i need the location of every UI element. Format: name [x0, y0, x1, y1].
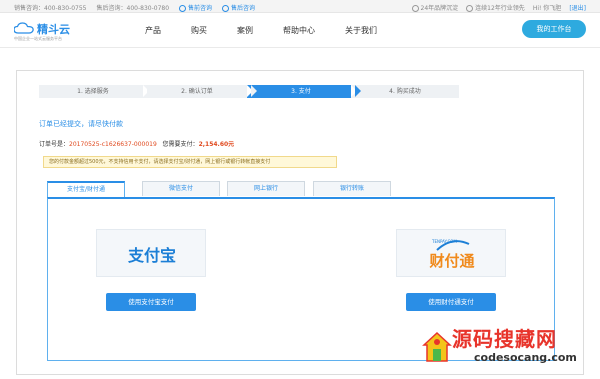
order-summary: 订单号是：20170525-c1626637-000019 您需要支付：2,15…	[39, 139, 234, 148]
tenpay-pay-button[interactable]: 使用财付通支付	[406, 293, 496, 311]
order-submitted-message: 订单已经提交，请尽快付款	[39, 120, 123, 128]
watermark-url: codesocang.com	[474, 351, 577, 364]
nav-help[interactable]: 帮助中心	[283, 25, 315, 36]
nav-about[interactable]: 关于我们	[345, 25, 377, 36]
nav-buy[interactable]: 购买	[191, 25, 207, 36]
step-payment: 3. 支付	[247, 85, 361, 98]
alipay-card[interactable]: 支付宝	[96, 229, 206, 277]
site-watermark: 源码搜藏网 codesocang.com	[422, 323, 592, 373]
step-confirm-order: 2. 确认订单	[143, 85, 257, 98]
amount-due: 2,154.60元	[198, 141, 235, 148]
amount-label: 您需要支付：	[162, 141, 199, 148]
step-arrow	[355, 85, 361, 97]
alipay-pay-button[interactable]: 使用支付宝支付	[106, 293, 196, 311]
workspace-button[interactable]: 我的工作台	[522, 20, 586, 38]
house-icon	[422, 331, 452, 362]
brand-badge-text: 24年品牌沉淀	[420, 5, 459, 12]
tab-wechat-pay[interactable]: 微信支付	[142, 181, 220, 196]
user-greeting: Hi! 你飞胆	[532, 5, 562, 12]
aftersales-chat-label: 售后咨询	[231, 5, 256, 12]
alipay-logo: 支付宝	[127, 246, 176, 265]
tab-bank-transfer[interactable]: 银行转账	[313, 181, 391, 196]
step-label: 2. 确认订单	[181, 88, 213, 95]
tenpay-card[interactable]: TENPAY.COM 财付通	[396, 229, 506, 277]
tab-online-banking[interactable]: 网上银行	[227, 181, 305, 196]
industry-badge: 连续12年行业领先	[466, 3, 525, 12]
award-icon	[411, 5, 419, 12]
tenpay-logo: TENPAY.COM 财付通	[429, 239, 474, 270]
tenpay-logo-small: TENPAY.COM	[431, 239, 457, 244]
step-label: 1. 选择服务	[77, 88, 109, 95]
step-arrow	[251, 85, 257, 97]
alipay-logo-text: 支付宝	[127, 246, 176, 265]
nav-products[interactable]: 产品	[145, 25, 161, 36]
order-number-label: 订单号是：	[39, 141, 70, 148]
main-nav: 产品 购买 案例 帮助中心 关于我们	[145, 25, 407, 36]
chat-icon	[222, 5, 230, 12]
logout-link[interactable]: [退出]	[569, 3, 586, 12]
step-label: 3. 支付	[291, 88, 311, 95]
watermark-title: 源码搜藏网	[452, 327, 557, 351]
top-info-bar: 销售咨询：400-830-0755 售后咨询：400-830-0780 售前咨询…	[0, 0, 600, 13]
industry-badge-text: 连续12年行业领先	[475, 5, 525, 12]
order-number: 20170525-c1626637-000019	[69, 141, 157, 148]
nav-cases[interactable]: 案例	[237, 25, 253, 36]
sales-phone: 销售咨询：400-830-0755	[14, 5, 87, 12]
chat-icon	[179, 5, 187, 12]
presales-chat-label: 售前咨询	[188, 5, 213, 12]
aftersales-chat-link[interactable]: 售后咨询	[222, 3, 255, 12]
logo-name: 精斗云	[37, 23, 70, 36]
main-header: 精斗云 中国企业一站式云服务平台 产品 购买 案例 帮助中心 关于我们 我的工作…	[0, 13, 600, 48]
step-arrow	[147, 85, 153, 97]
step-label: 4. 购买成功	[389, 88, 421, 95]
progress-steps: 1. 选择服务 2. 确认订单 3. 支付 4. 购买成功	[39, 85, 459, 98]
k-icon	[466, 5, 474, 12]
presales-chat-link[interactable]: 售前咨询	[179, 3, 212, 12]
cloud-icon	[14, 22, 34, 34]
brand-badge: 24年品牌沉淀	[411, 3, 459, 12]
logo-tagline: 中国企业一站式云服务平台	[14, 36, 62, 41]
presales-phone: 售后咨询：400-830-0780	[96, 5, 170, 12]
step-success: 4. 购买成功	[351, 85, 459, 98]
site-logo[interactable]: 精斗云 中国企业一站式云服务平台	[14, 20, 94, 42]
tab-alipay-tenpay[interactable]: 支付宝/财付通	[47, 181, 125, 198]
step-select-service: 1. 选择服务	[39, 85, 153, 98]
payment-notice: 您的付款金额超过500元，不支持信用卡支付，请选择支付宝/财付通，网上银行或银行…	[43, 156, 337, 168]
tenpay-logo-text: 财付通	[429, 252, 474, 270]
